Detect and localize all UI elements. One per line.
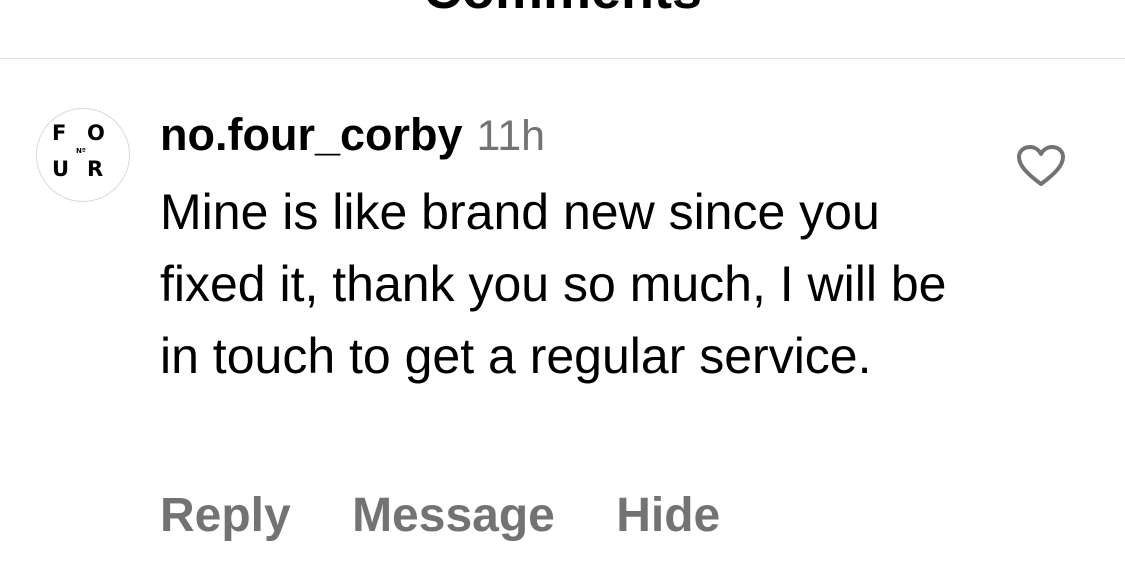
heart-outline-icon[interactable] xyxy=(1016,144,1066,188)
hide-button[interactable]: Hide xyxy=(616,489,720,542)
comment-timestamp: 11h xyxy=(476,112,546,160)
comment-meta: no.four_corby 11h xyxy=(160,108,545,162)
reply-button[interactable]: Reply xyxy=(160,489,291,542)
avatar[interactable]: F O Nº U R xyxy=(36,108,130,202)
comments-header: Comments xyxy=(0,0,1125,59)
avatar-letter: O xyxy=(87,121,106,145)
page-title: Comments xyxy=(0,0,1125,20)
avatar-letter: R xyxy=(87,157,105,181)
message-button[interactable]: Message xyxy=(352,489,555,542)
username-link[interactable]: no.four_corby xyxy=(160,109,463,160)
avatar-mark: Nº xyxy=(76,147,86,155)
comment-actions: Reply Message Hide xyxy=(160,486,768,546)
comment-text: Mine is like brand new since you fixed i… xyxy=(160,184,947,384)
avatar-letter: U xyxy=(52,157,71,181)
avatar-letter: F xyxy=(52,121,68,145)
